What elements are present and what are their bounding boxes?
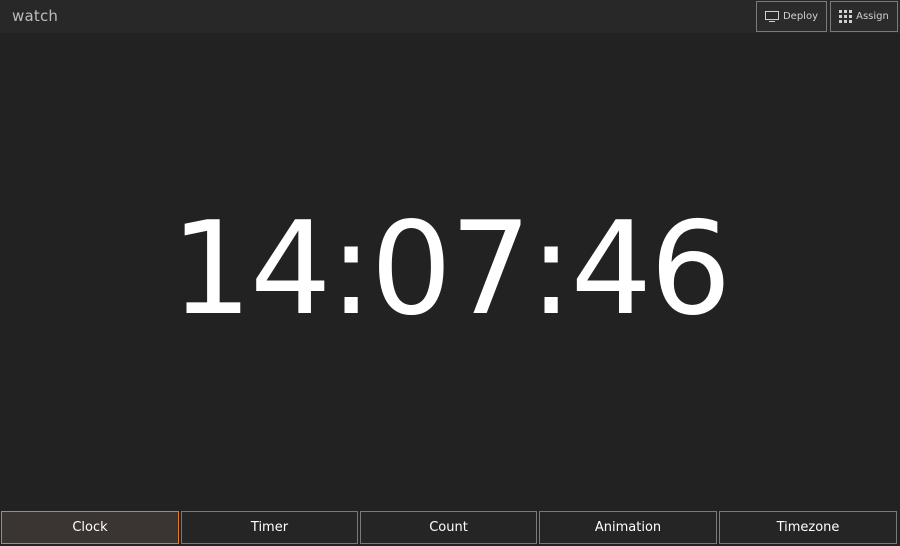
tab-animation[interactable]: Animation xyxy=(539,511,717,544)
assign-label: Assign xyxy=(856,11,889,22)
mode-tab-bar: Clock Timer Count Animation Timezone xyxy=(0,510,900,546)
app-title: watch xyxy=(12,7,59,25)
tab-timezone[interactable]: Timezone xyxy=(719,511,897,544)
tab-clock[interactable]: Clock xyxy=(1,511,179,544)
header-bar: watch Deploy Assign xyxy=(0,0,900,33)
monitor-icon xyxy=(764,11,779,22)
assign-button[interactable]: Assign xyxy=(830,1,898,32)
deploy-label: Deploy xyxy=(782,11,818,22)
app-window: watch Deploy Assign 14:07:46 Clock Timer… xyxy=(0,0,900,546)
deploy-button[interactable]: Deploy xyxy=(756,1,827,32)
tab-timer[interactable]: Timer xyxy=(181,511,358,544)
clock-display: 14:07:46 xyxy=(170,195,732,344)
tab-count[interactable]: Count xyxy=(360,511,537,544)
grid-icon xyxy=(839,10,853,23)
